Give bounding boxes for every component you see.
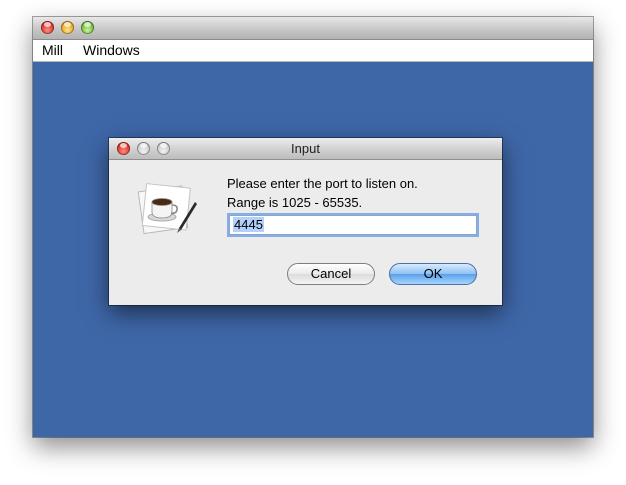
menu-bar: Mill Windows	[33, 40, 593, 62]
dialog-titlebar[interactable]: Input	[109, 138, 502, 160]
ok-button[interactable]: OK	[389, 263, 477, 285]
java-coffee-cup-icon	[137, 183, 197, 235]
dialog-title: Input	[291, 141, 320, 156]
minimize-window-button[interactable]	[61, 21, 74, 34]
zoom-window-button[interactable]	[81, 21, 94, 34]
menu-mill[interactable]: Mill	[42, 42, 63, 58]
main-titlebar[interactable]	[33, 17, 593, 40]
cancel-button[interactable]: Cancel	[287, 263, 375, 285]
menu-windows[interactable]: Windows	[83, 42, 140, 58]
port-input-value: 4445	[233, 217, 264, 232]
message-line-2: Range is 1025 - 65535.	[227, 195, 363, 210]
message-line-1: Please enter the port to listen on.	[227, 176, 418, 191]
close-window-button[interactable]	[41, 21, 54, 34]
port-input[interactable]: 4445	[229, 215, 477, 235]
dialog-message: Please enter the port to listen on. Rang…	[227, 174, 418, 212]
input-dialog: Input Please enter the port to listen on…	[109, 138, 502, 305]
